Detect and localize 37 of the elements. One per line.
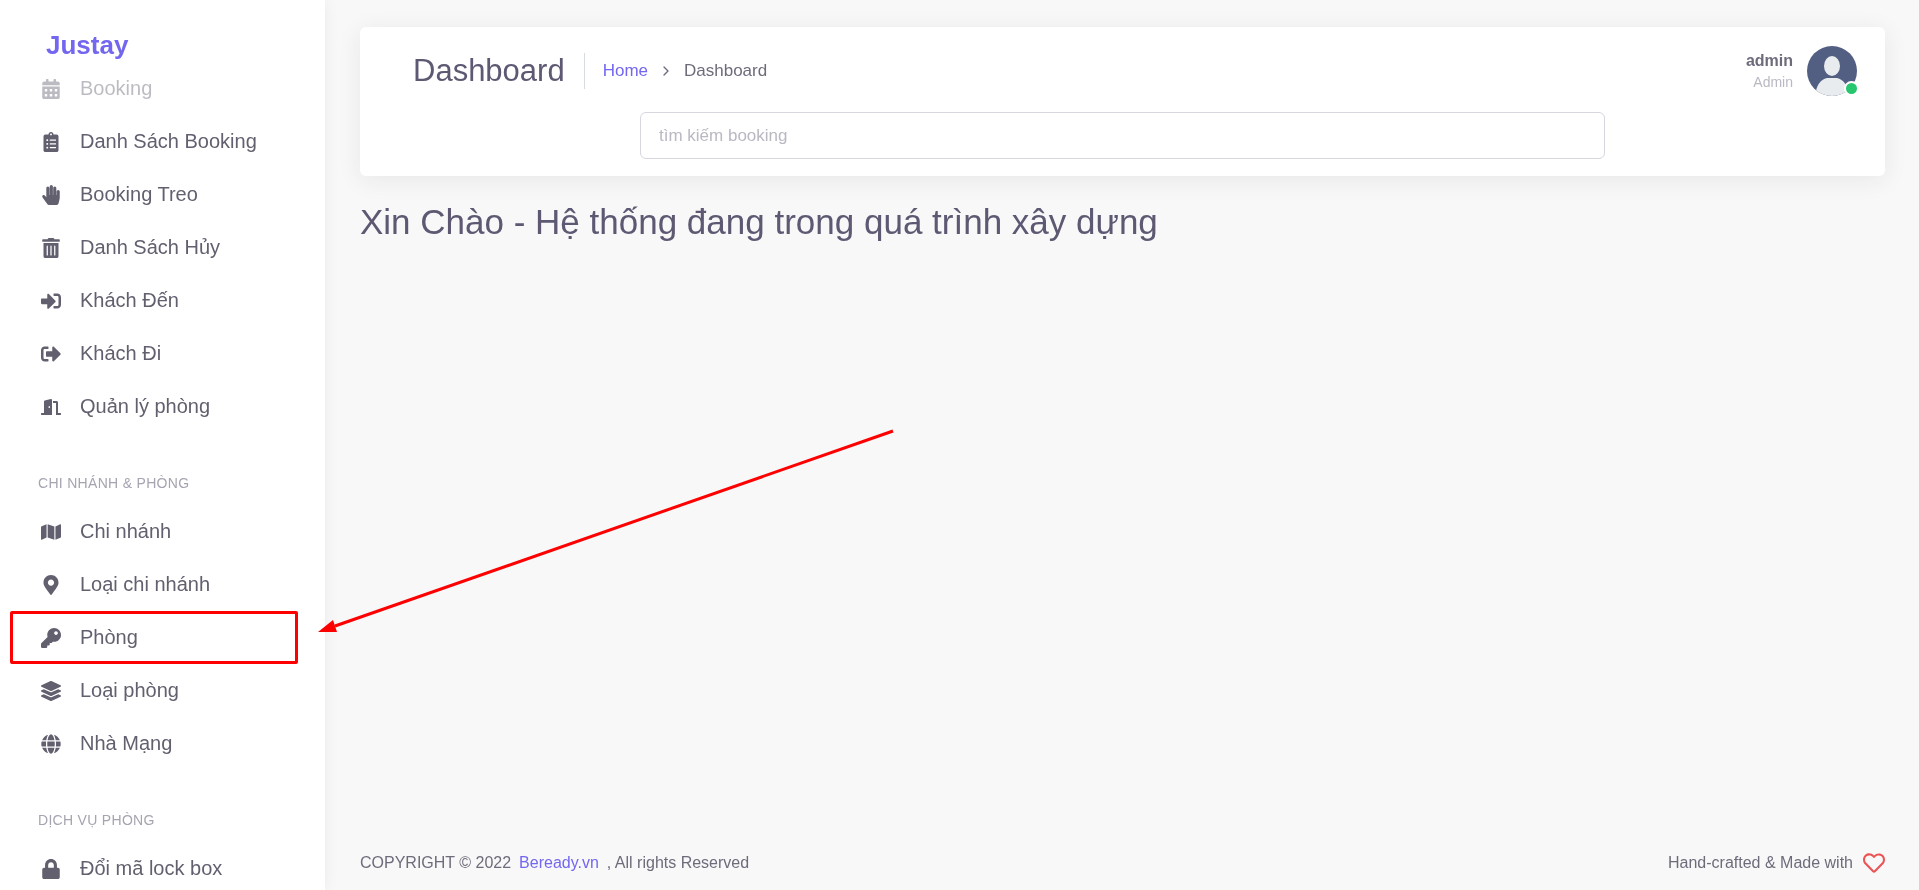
sidebar-item[interactable]: Đổi mã lock box [10, 842, 298, 890]
trash-icon [40, 237, 62, 258]
sidebar-item[interactable]: Loại phòng [10, 664, 298, 717]
sidebar-item[interactable]: Danh Sách Booking [10, 115, 298, 168]
sidebar-item[interactable]: Nhà Mạng [10, 717, 298, 770]
sidebar-item[interactable]: Khách Đi [10, 327, 298, 380]
brand-logo[interactable]: Justay [0, 0, 325, 62]
door-icon [40, 396, 62, 417]
sidebar-item[interactable]: Khách Đến [10, 274, 298, 327]
layers-icon [40, 680, 62, 701]
map-icon [40, 521, 62, 542]
page-title: Dashboard [413, 53, 566, 89]
lock-icon [40, 858, 62, 879]
key-icon [40, 627, 62, 648]
section-title: DỊCH VỤ PHÒNG [37, 811, 156, 830]
current-page-text: Dashboard [684, 61, 768, 81]
credit-text: Hand-crafted & Made with [1668, 854, 1853, 872]
company-link[interactable]: Beready.vn [519, 854, 599, 872]
user-name: admin [1745, 52, 1793, 70]
sidebar-item[interactable]: Phòng [10, 611, 298, 664]
sidebar-item[interactable]: Danh Sách Hủy [10, 221, 298, 274]
copyright-text: COPYRIGHT © 2022 [360, 854, 512, 872]
user-role: Admin [1753, 74, 1793, 90]
breadcrumb-link[interactable]: Home [602, 61, 648, 81]
welcome-heading: Xin Chào - Hệ thống đang trong quá trình xây dựng [360, 202, 1159, 242]
search-field[interactable]: tìm kiếm booking [640, 112, 1605, 159]
rights-text: , All rights Reserved [606, 854, 750, 872]
section-title: CHI NHÁNH & PHÒNG [37, 474, 191, 493]
heart-icon [1863, 852, 1885, 874]
calendar-icon [40, 78, 62, 99]
globe-icon [40, 733, 62, 754]
sidebar-item[interactable]: Chi nhánh [10, 505, 298, 558]
sidebar-item[interactable]: Booking Treo [10, 168, 298, 221]
avatar-icon[interactable] [1807, 46, 1857, 96]
sidebar-item[interactable]: Loại chi nhánh [10, 558, 298, 611]
hand-icon [40, 184, 62, 205]
sidebar-item[interactable]: Quản lý phòng [10, 380, 298, 433]
